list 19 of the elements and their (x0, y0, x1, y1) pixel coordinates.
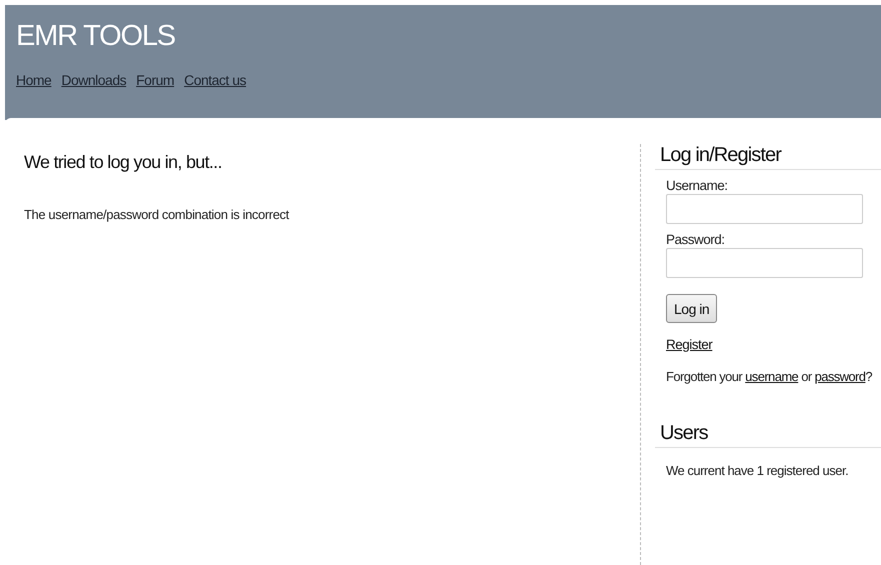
username-link[interactable]: username (745, 369, 798, 384)
input-field[interactable] (666, 194, 863, 224)
sidebar-heading: Log in/Register (655, 144, 881, 170)
sidebar-heading: Users (655, 422, 881, 448)
register-link[interactable]: Register (666, 337, 712, 352)
input-field[interactable] (666, 248, 863, 278)
password-link[interactable]: password (814, 369, 866, 384)
field-label: Username: (666, 178, 729, 193)
login-button[interactable]: Log in (666, 294, 718, 323)
error-message: The username/password combination is incorrect (24, 207, 290, 222)
forgot-text: Forgotten your username or password? (666, 369, 874, 384)
site-title: EMR TOOLS (16, 19, 176, 53)
page-heading: We tried to log you in, but... (24, 152, 223, 173)
users-text: We current have 1 registered user. (666, 463, 850, 478)
nav-link[interactable]: Home (16, 72, 52, 88)
nav-link[interactable]: Forum (136, 72, 174, 88)
nav-link[interactable]: Contact us (184, 72, 246, 88)
field-label: Password: (666, 232, 726, 247)
nav-link[interactable]: Downloads (61, 72, 126, 88)
